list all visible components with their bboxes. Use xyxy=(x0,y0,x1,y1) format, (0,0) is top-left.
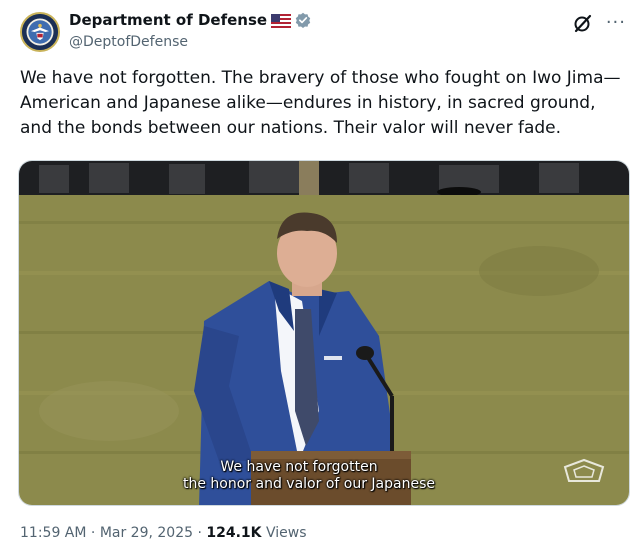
header-actions: ··· xyxy=(572,12,626,34)
tweet-time[interactable]: 11:59 AM xyxy=(20,525,86,541)
tweet-metadata: 11:59 AM · Mar 29, 2025 · 124.1K Views xyxy=(20,525,307,541)
verified-badge-icon[interactable] xyxy=(295,12,311,28)
views-label: Views xyxy=(261,525,307,541)
separator: · xyxy=(86,525,100,541)
us-flag-icon xyxy=(271,13,292,28)
views-count[interactable]: 124.1K xyxy=(206,525,261,541)
video-subtitle-line2: the honor and valor of our Japanese xyxy=(183,476,435,492)
separator: · xyxy=(193,525,207,541)
name-row: Department of Defense xyxy=(69,11,311,29)
grok-icon[interactable] xyxy=(572,12,594,34)
tweet-header: Department of Defense @DeptofDefense ··· xyxy=(20,10,626,60)
author-handle[interactable]: @DeptofDefense xyxy=(69,34,188,50)
display-name[interactable]: Department of Defense xyxy=(69,11,267,29)
dod-seal-icon xyxy=(22,14,58,50)
pentagon-watermark-icon xyxy=(561,457,607,485)
tweet-text: We have not forgotten. The bravery of th… xyxy=(20,68,621,138)
video-media[interactable]: We have not forgotten the honor and valo… xyxy=(18,160,630,506)
avatar[interactable] xyxy=(20,12,60,52)
video-frame xyxy=(19,161,629,505)
tweet-date[interactable]: Mar 29, 2025 xyxy=(100,525,193,541)
video-subtitle-line1: We have not forgotten xyxy=(220,459,378,475)
more-icon[interactable]: ··· xyxy=(606,14,626,32)
